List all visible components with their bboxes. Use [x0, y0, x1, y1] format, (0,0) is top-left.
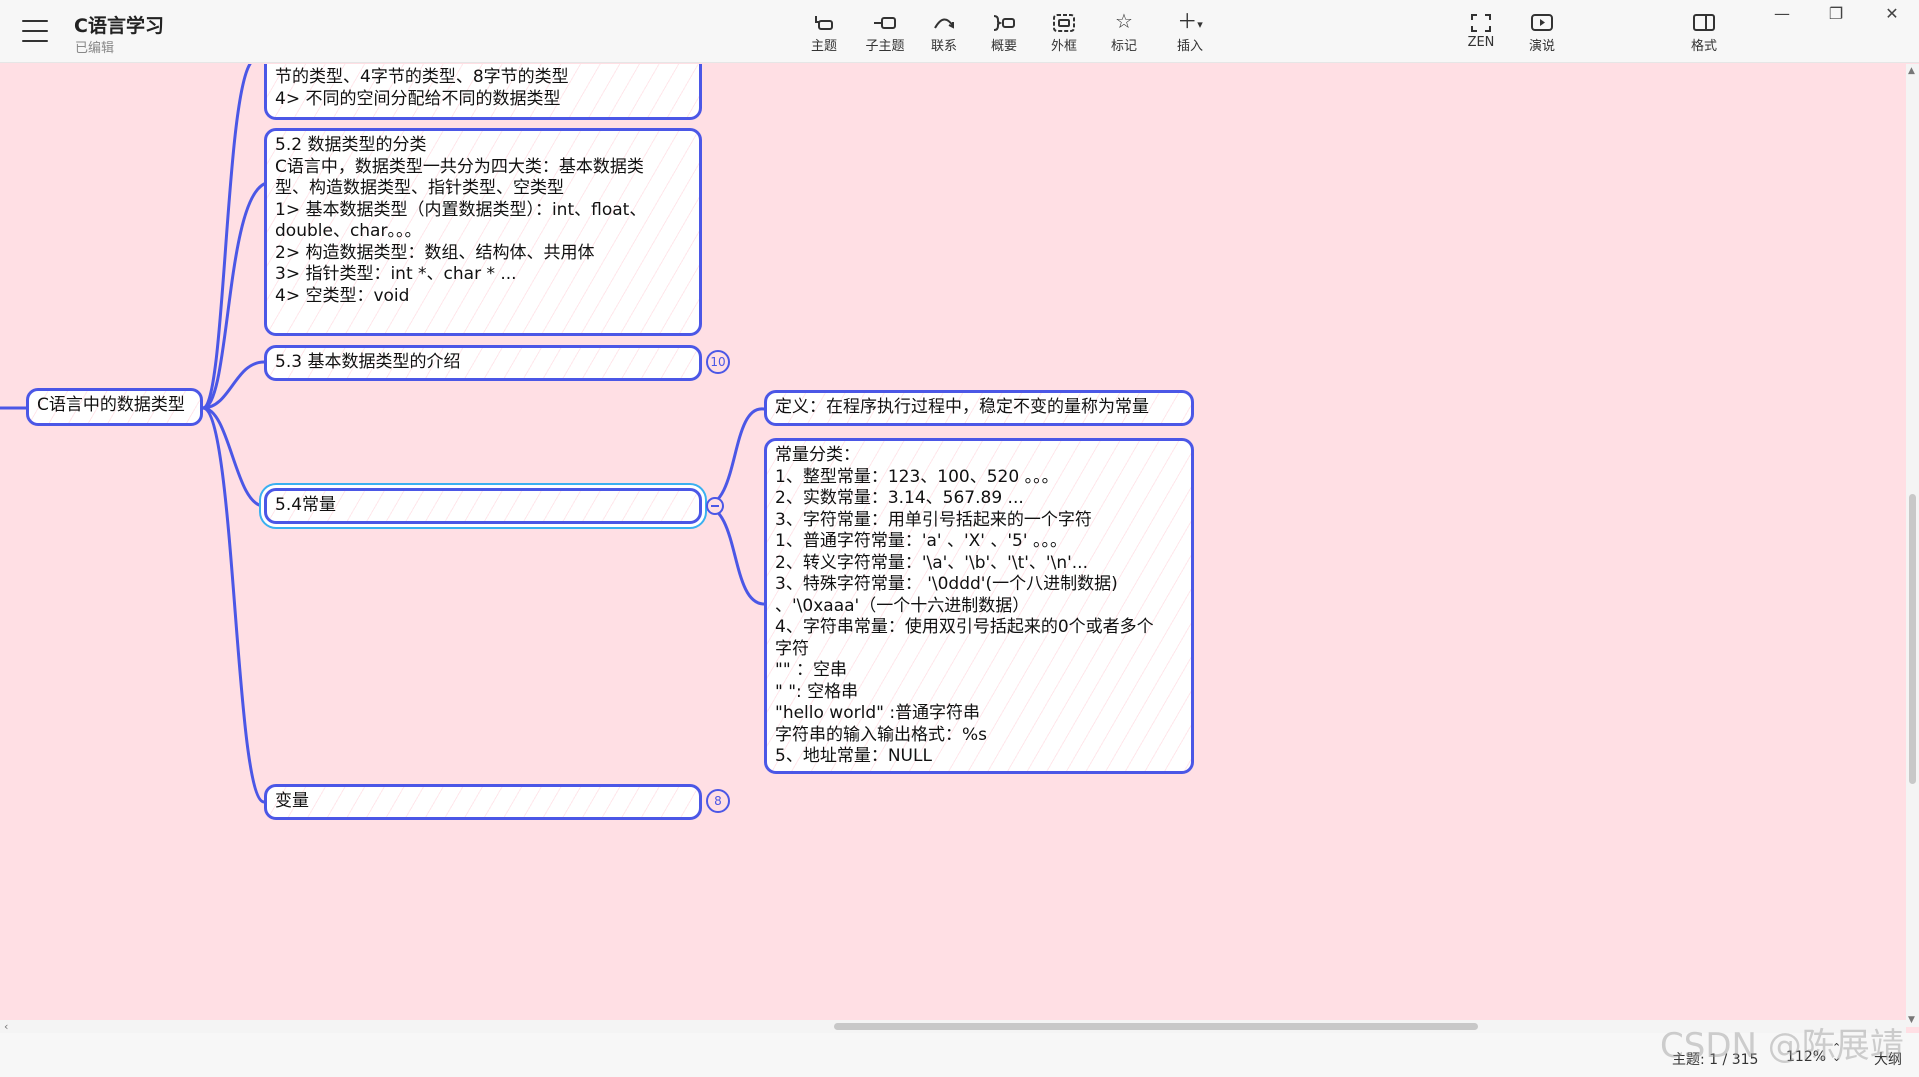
marker-label: 标记 — [1110, 39, 1137, 54]
collapse-toggle[interactable] — [706, 497, 724, 515]
text-line: 型、构造数据类型、指针类型、空类型 — [275, 178, 564, 198]
text-line: " ": 空格串 — [775, 681, 859, 702]
vertical-scroll-thumb[interactable] — [1909, 494, 1916, 784]
text-line: 1> 基本数据类型（内置数据类型）：int、float、 — [275, 199, 647, 220]
status-bar: 主题: 1 / 315 112% ⌃ ⌄ 大纲 — [0, 1033, 1919, 1077]
topic-label: 5.3 基本数据类型的介绍 — [275, 352, 461, 372]
minimize-button[interactable]: — — [1762, 2, 1802, 26]
text-line: 3> 指针类型：int *、char * ... — [275, 264, 517, 284]
text-line: 字符串的输入输出格式：%s — [775, 724, 988, 745]
text-line: 2、转义字符常量：'\a'、'\b'、'\t'、'\n'... — [775, 552, 1088, 573]
text-line: 5、地址常量：NULL — [775, 746, 932, 766]
text-line: "hello world" :普通字符串 — [775, 703, 981, 723]
topic-partial-data-sizes[interactable]: 节的类型、4字节的类型、8字节的类型 4> 不同的空间分配给不同的数据类型 — [264, 64, 702, 120]
topic-icon — [794, 8, 854, 34]
text-line: 常量分类： — [775, 445, 860, 465]
collapsed-count-badge[interactable]: 10 — [706, 350, 730, 374]
star-icon: ☆ — [1115, 9, 1133, 33]
plus-icon: ＋▾ — [1177, 9, 1203, 33]
text-line: 1、整型常量：123、100、520 。。。 — [775, 466, 1059, 487]
subtopic-icon — [855, 8, 915, 34]
insert-label: 插入 — [1176, 39, 1203, 54]
subtopic-button[interactable]: 子主题 — [855, 8, 915, 58]
play-icon — [1512, 8, 1572, 34]
summary-label: 概要 — [990, 39, 1017, 54]
text-line: 4、字符串常量：使用双引号括起来的0个或者多个 — [775, 617, 1154, 637]
root-topic[interactable]: C语言中的数据类型 — [26, 388, 203, 426]
horizontal-scroll-thumb[interactable] — [834, 1023, 1478, 1030]
present-button[interactable]: 演说 — [1512, 8, 1572, 58]
summary-icon — [974, 8, 1034, 34]
topic-variables[interactable]: 变量 — [264, 784, 702, 820]
text-line: double、char。。。 — [275, 221, 422, 241]
relationship-label: 联系 — [930, 39, 957, 54]
topic-constants[interactable]: 5.4常量 — [264, 488, 702, 524]
chevron-down-icon: ▾ — [1197, 18, 1203, 31]
topic-label: 定义：在程序执行过程中，稳定不变的量称为常量 — [775, 397, 1149, 417]
topic-label: 5.4常量 — [275, 495, 337, 515]
text-line: 字符 — [775, 638, 809, 659]
format-label: 格式 — [1690, 39, 1717, 54]
relationship-button[interactable]: 联系 — [914, 8, 974, 58]
text-line: 4> 不同的空间分配给不同的数据类型 — [275, 88, 561, 109]
menu-icon[interactable] — [22, 20, 48, 42]
text-line: 3、特殊字符常量： '\0ddd'(一个八进制数据) — [775, 574, 1118, 594]
text-line: "" ：空串 — [775, 660, 848, 680]
topic-basic-data-types[interactable]: 5.3 基本数据类型的介绍 — [264, 345, 702, 381]
document-title: C语言学习 — [74, 15, 164, 37]
scroll-left-icon[interactable]: ‹ — [4, 1020, 8, 1033]
zen-label: ZEN — [1467, 35, 1495, 50]
zoom-level[interactable]: 112% — [1786, 1049, 1826, 1065]
topic-data-type-classification[interactable]: 5.2 数据类型的分类 C语言中，数据类型一共分为四大类：基本数据类 型、构造数… — [264, 128, 702, 336]
marker-button[interactable]: ☆ 标记 — [1094, 8, 1154, 58]
topic-constant-definition[interactable]: 定义：在程序执行过程中，稳定不变的量称为常量 — [764, 390, 1194, 426]
topic-count: 主题: 1 / 315 — [1672, 1052, 1759, 1068]
root-topic-label: C语言中的数据类型 — [37, 395, 185, 415]
zen-button[interactable]: ZEN — [1451, 8, 1511, 58]
zoom-stepper-icon[interactable]: ⌃ ⌄ — [1832, 1042, 1841, 1063]
insert-button[interactable]: ＋▾ 插入 — [1160, 8, 1220, 58]
collapsed-count-badge[interactable]: 8 — [706, 789, 730, 813]
text-line: 4> 空类型：void — [275, 285, 410, 306]
topic-constant-classification[interactable]: 常量分类： 1、整型常量：123、100、520 。。。 2、实数常量：3.14… — [764, 438, 1194, 774]
vertical-scrollbar[interactable]: ▲ ▼ — [1906, 64, 1919, 1027]
toolbar: C语言学习 已编辑 主题 子主题 联系 概要 外框 ☆ 标记 ＋▾ 插入 ZEN… — [0, 0, 1919, 63]
scroll-down-icon[interactable]: ▼ — [1908, 1015, 1915, 1025]
format-button[interactable]: 格式 — [1674, 8, 1734, 58]
outline-toggle[interactable]: 大纲 — [1874, 1049, 1902, 1069]
present-label: 演说 — [1528, 39, 1555, 54]
text-line: 2、实数常量：3.14、567.89 ... — [775, 488, 1024, 508]
summary-button[interactable]: 概要 — [974, 8, 1034, 58]
horizontal-scrollbar[interactable]: ‹ — [0, 1020, 1906, 1033]
text-line: 5.2 数据类型的分类 — [275, 135, 427, 155]
relationship-icon — [914, 8, 974, 34]
text-line: C语言中，数据类型一共分为四大类：基本数据类 — [275, 156, 644, 177]
boundary-label: 外框 — [1050, 39, 1077, 54]
close-button[interactable]: ✕ — [1872, 2, 1912, 26]
subtopic-label: 子主题 — [865, 39, 905, 54]
fullscreen-icon — [1451, 8, 1511, 34]
topic-label: 变量 — [275, 791, 309, 811]
scroll-up-icon[interactable]: ▲ — [1908, 66, 1915, 76]
text-line: 节的类型、4字节的类型、8字节的类型 — [275, 67, 569, 87]
document-status: 已编辑 — [75, 41, 115, 56]
panel-icon — [1674, 8, 1734, 34]
text-line: 3、字符常量：用单引号括起来的一个字符 — [775, 509, 1092, 530]
restore-button[interactable]: ❐ — [1816, 2, 1856, 26]
text-line: 、'\0xaaa'（一个十六进制数据） — [775, 595, 1030, 616]
text-line: 2> 构造数据类型：数组、结构体、共用体 — [275, 242, 595, 263]
boundary-button[interactable]: 外框 — [1034, 8, 1094, 58]
boundary-icon — [1034, 8, 1094, 34]
text-line: 1、普通字符常量：'a' 、'X' 、'5' 。。。 — [775, 531, 1067, 551]
topic-label: 主题 — [810, 39, 837, 54]
topic-button[interactable]: 主题 — [794, 8, 854, 58]
mindmap-canvas[interactable]: 节的类型、4字节的类型、8字节的类型 4> 不同的空间分配给不同的数据类型 5.… — [0, 64, 1906, 1027]
